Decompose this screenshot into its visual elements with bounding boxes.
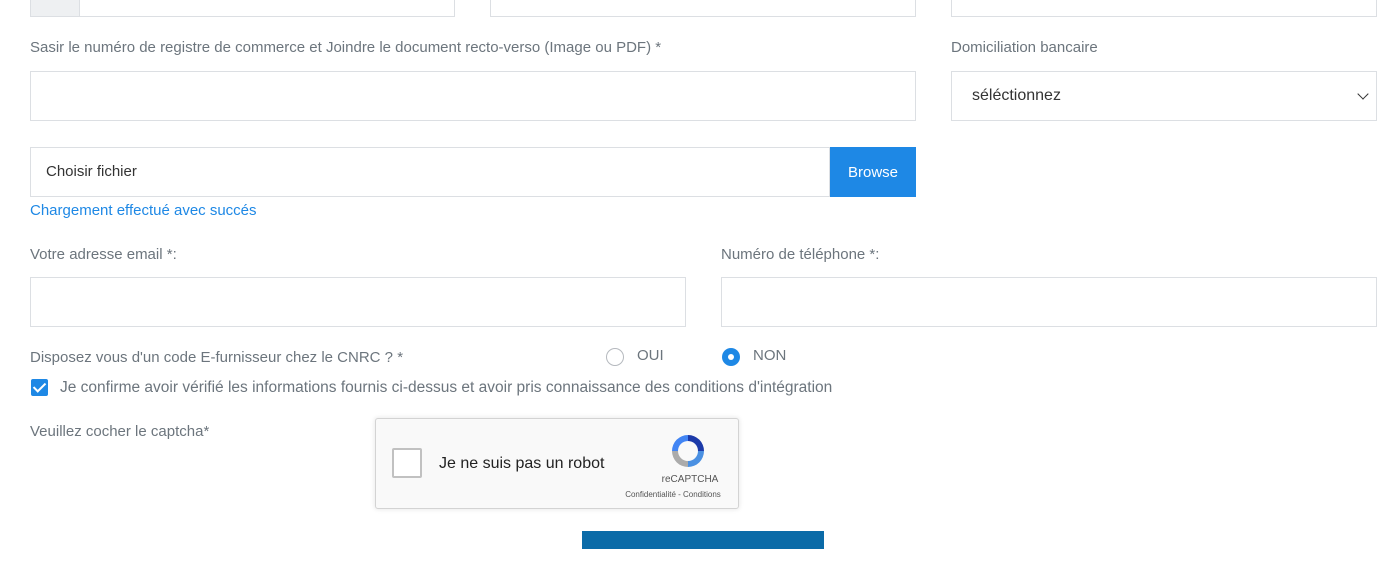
file-input-placeholder: Choisir fichier	[46, 163, 137, 180]
top-input-3[interactable]	[951, 0, 1377, 17]
domiciliation-selected-value: séléctionnez	[972, 87, 1061, 104]
browse-button[interactable]: Browse	[830, 147, 916, 197]
email-field[interactable]	[30, 277, 686, 327]
chevron-down-icon	[1357, 88, 1369, 100]
recaptcha-widget: Je ne suis pas un robot reCAPTCHA Confid…	[375, 418, 739, 509]
upload-status: Chargement effectué avec succés	[30, 202, 257, 219]
recaptcha-label: Je ne suis pas un robot	[439, 455, 605, 472]
captcha-label: Veuillez cocher le captcha*	[30, 423, 210, 440]
efournisseur-question: Disposez vous d'un code E-furnisseur che…	[30, 349, 404, 366]
recaptcha-checkbox[interactable]	[392, 448, 422, 478]
confirm-label[interactable]: Je confirme avoir vérifié les informatio…	[60, 379, 832, 397]
file-input[interactable]: Choisir fichier	[30, 147, 830, 197]
top-input-2[interactable]	[490, 0, 916, 17]
domiciliation-select[interactable]: séléctionnez	[951, 71, 1377, 121]
radio-oui-label[interactable]: OUI	[637, 347, 664, 364]
registre-label: Sasir le numéro de registre de commerce …	[30, 39, 662, 56]
submit-button[interactable]	[582, 531, 824, 549]
phone-label: Numéro de téléphone *:	[721, 246, 880, 263]
radio-oui[interactable]	[606, 348, 624, 366]
email-label: Votre adresse email *:	[30, 246, 177, 263]
recaptcha-brand: reCAPTCHA	[661, 474, 719, 485]
domiciliation-label: Domiciliation bancaire	[951, 39, 1098, 56]
phone-field[interactable]	[721, 277, 1377, 327]
registre-input[interactable]	[30, 71, 916, 121]
recaptcha-links[interactable]: Confidentialité - Conditions	[608, 490, 738, 499]
top-input-1[interactable]	[30, 0, 455, 17]
radio-non-label[interactable]: NON	[753, 347, 786, 364]
recaptcha-logo-icon	[672, 435, 704, 467]
radio-non[interactable]	[722, 348, 740, 366]
confirm-checkbox[interactable]	[31, 379, 48, 396]
top-input-1-addon	[31, 0, 80, 16]
